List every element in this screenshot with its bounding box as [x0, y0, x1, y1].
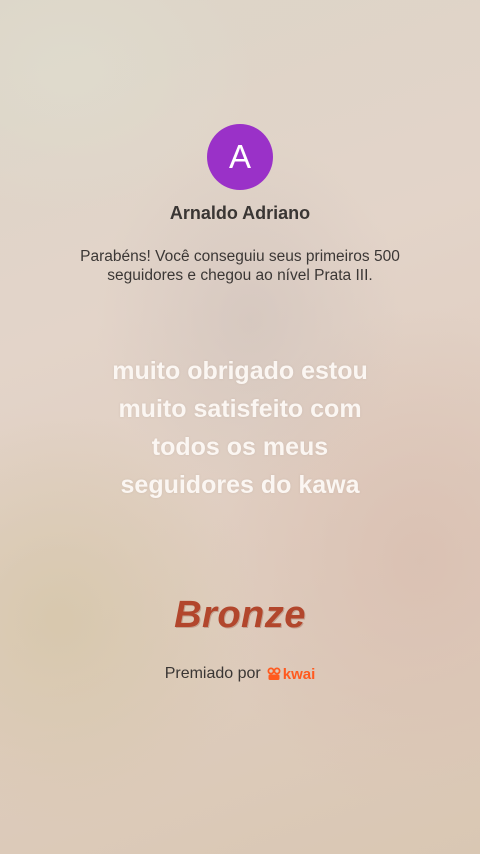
- awarded-by-row: Premiado por kwai: [0, 665, 480, 683]
- message-line: muito obrigado estou: [112, 357, 368, 385]
- kwai-brand-text: kwai: [282, 665, 316, 683]
- achievement-text: Parabéns! Você conseguiu seus primeiros …: [80, 248, 400, 284]
- kwai-logo: kwai: [267, 665, 316, 683]
- message-line: muito satisfeito com: [118, 395, 362, 423]
- message-line: seguidores do kawa: [120, 471, 360, 499]
- user-message: muito obrigado estou muito satisfeito co…: [60, 352, 420, 504]
- user-name[interactable]: Arnaldo Adriano: [0, 203, 480, 224]
- awarded-by-label: Premiado por: [164, 665, 261, 682]
- message-line: todos os meus: [151, 433, 329, 461]
- avatar[interactable]: A: [207, 124, 273, 190]
- level-badge: Bronze: [174, 594, 306, 636]
- avatar-initial: A: [228, 138, 251, 175]
- kwai-logo-icon: [267, 667, 281, 680]
